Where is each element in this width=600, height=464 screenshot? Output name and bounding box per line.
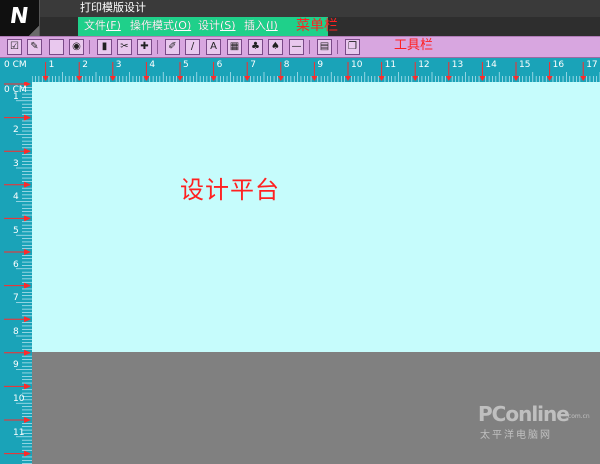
ruler-arrow xyxy=(24,148,31,155)
menu-operation-mode[interactable]: 操作模式(O) xyxy=(130,19,191,33)
ruler-arrow xyxy=(143,76,150,81)
ruler-arrow xyxy=(42,76,49,81)
ruler-arrow xyxy=(24,215,31,222)
cut-icon[interactable]: ✂ xyxy=(117,39,132,55)
ruler-top-number: 1 xyxy=(48,60,55,70)
ruler-vertical-ticks xyxy=(4,82,32,464)
ruler-top-number: 10 xyxy=(351,60,363,70)
ruler-left-number: 6 xyxy=(13,259,19,270)
ruler-arrow xyxy=(76,76,83,81)
grid-icon[interactable]: ▤ xyxy=(317,39,332,55)
menu-highlight-area: 文件(F) 操作模式(O) 设计(S) 插入(I) xyxy=(78,17,328,36)
lock-icon[interactable]: ▮ xyxy=(97,39,112,55)
ruler-top-number: 7 xyxy=(250,60,256,70)
ruler-arrow xyxy=(311,76,318,81)
ruler-left-number: 9 xyxy=(13,360,19,371)
menubar-annotation: 菜单栏 xyxy=(296,18,338,34)
disk-icon[interactable]: ◉ xyxy=(69,39,84,55)
window-title: 打印模版设计 xyxy=(80,1,146,14)
ruler-arrow xyxy=(24,450,31,457)
ruler-top-number: 11 xyxy=(384,60,397,70)
image-icon[interactable]: ▦ xyxy=(227,39,242,55)
brush-icon[interactable]: / xyxy=(185,39,200,55)
ruler-arrow xyxy=(513,76,519,81)
ruler-top-number: 9 xyxy=(317,60,324,70)
ruler-arrow xyxy=(24,383,31,390)
watermark: PConline .com.cn 太平洋电脑网 xyxy=(478,402,590,441)
ruler-arrow xyxy=(24,282,31,289)
ruler-arrow xyxy=(24,417,31,423)
ruler-top-number: 3 xyxy=(115,60,122,70)
checklist-icon[interactable]: ☑ xyxy=(7,39,22,55)
edit-document-icon[interactable]: ✎ xyxy=(27,39,42,55)
ruler-arrow xyxy=(24,349,31,356)
ruler-horizontal-ticks xyxy=(9,62,600,82)
ruler-top-number: 16 xyxy=(552,60,565,70)
title-bar: 打印模版设计 xyxy=(0,0,600,17)
page-setup-icon[interactable]: ❐ xyxy=(345,39,360,55)
ruler-top-number: 8 xyxy=(283,60,290,70)
stack-icon[interactable]: ♠ xyxy=(268,39,283,55)
ruler-top-number: 2 xyxy=(82,60,88,70)
ruler-top-number: 15 xyxy=(519,60,531,70)
ruler-arrow xyxy=(345,76,351,81)
toolbar-annotation: 工具栏 xyxy=(394,38,434,53)
ruler-top-number: 6 xyxy=(216,60,223,70)
stamp-icon[interactable]: ♣ xyxy=(248,39,263,55)
ruler-horizontal[interactable]: 1 2 3 4 5 6 7 8 9 10 11 12 13 14 15 16 17 xyxy=(0,58,600,82)
menu-design[interactable]: 设计(S) xyxy=(198,19,236,33)
menu-bar: 文件(F) 操作模式(O) 设计(S) 插入(I) 菜单栏 xyxy=(40,17,600,36)
toolbar: ☑ ✎ ◉ ▮ ✂ ✚ ✐ / A ▦ ♣ ♠ — ▤ ❐ 工具栏 xyxy=(0,36,600,58)
ruler-top-number: 5 xyxy=(183,60,189,70)
ruler-left-number: 4 xyxy=(13,192,19,203)
save-icon[interactable] xyxy=(49,39,64,55)
ruler-left-unit-label: 0 CM xyxy=(4,85,27,95)
horizontal-line-icon[interactable]: — xyxy=(289,39,304,55)
menu-insert[interactable]: 插入(I) xyxy=(244,19,278,33)
ruler-arrow xyxy=(24,181,31,188)
ruler-arrow xyxy=(580,76,587,81)
ruler-vertical[interactable]: 1 2 3 4 5 6 7 8 9 10 11 xyxy=(0,82,32,464)
ruler-arrow xyxy=(177,76,183,81)
text-box-icon[interactable]: A xyxy=(206,39,221,55)
ruler-top-number: 12 xyxy=(418,60,430,70)
menu-file[interactable]: 文件(F) xyxy=(84,19,121,33)
ruler-left-number: 8 xyxy=(13,326,19,337)
ruler-arrow xyxy=(479,76,486,81)
ruler-arrow xyxy=(24,316,31,323)
ruler-top-number: 4 xyxy=(149,60,156,70)
ruler-left-number: 11 xyxy=(13,427,25,438)
ruler-left-number: 5 xyxy=(13,226,19,236)
canvas-annotation: 设计平台 xyxy=(180,176,280,204)
ruler-arrow xyxy=(210,76,217,81)
ruler-left-number: 7 xyxy=(13,293,19,304)
ruler-left-number: 2 xyxy=(13,125,19,136)
cross-icon[interactable]: ✚ xyxy=(137,39,152,55)
ruler-arrow xyxy=(24,114,31,121)
pencil-edit-icon[interactable]: ✐ xyxy=(165,39,180,55)
ruler-arrow xyxy=(277,76,284,81)
ruler-top-number: 17 xyxy=(586,60,598,70)
ruler-top-unit-label: 0 CM xyxy=(4,60,27,70)
ruler-arrow xyxy=(378,76,385,81)
ruler-top-number: 13 xyxy=(451,60,464,70)
ruler-arrow xyxy=(445,76,452,81)
design-canvas[interactable]: 设计平台 xyxy=(32,82,600,352)
ruler-arrow xyxy=(24,249,31,255)
ruler-left-number: 3 xyxy=(13,158,19,169)
app-logo-icon[interactable]: N xyxy=(0,0,40,36)
ruler-arrow xyxy=(244,76,251,81)
ruler-left-number: 10 xyxy=(13,394,25,404)
ruler-arrow xyxy=(109,76,116,81)
ruler-arrow xyxy=(546,76,553,81)
ruler-top-number: 14 xyxy=(485,60,497,70)
ruler-arrow xyxy=(412,76,419,81)
